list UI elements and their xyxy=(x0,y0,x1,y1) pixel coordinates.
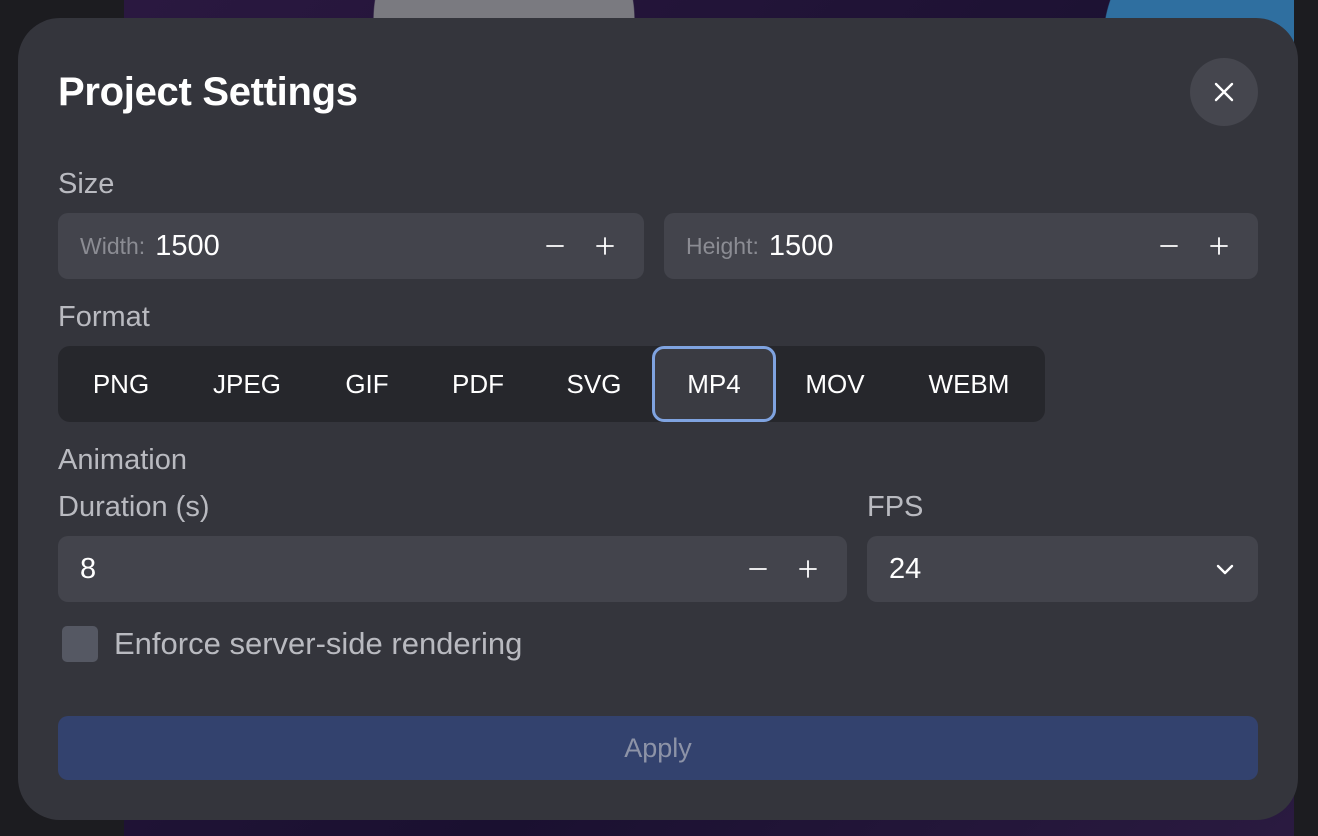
duration-value[interactable]: 8 xyxy=(80,553,96,586)
width-value[interactable]: 1500 xyxy=(155,230,220,263)
close-icon xyxy=(1214,82,1234,102)
fps-value: 24 xyxy=(889,552,922,585)
duration-increment-button[interactable] xyxy=(783,544,833,594)
height-increment-button[interactable] xyxy=(1194,221,1244,271)
height-value[interactable]: 1500 xyxy=(769,230,834,263)
plus-icon xyxy=(1210,237,1228,255)
width-prefix: Width: xyxy=(80,232,146,259)
height-field[interactable]: Height: 1500 xyxy=(664,213,1258,279)
duration-label: Duration (s) xyxy=(58,491,210,523)
server-render-label[interactable]: Enforce server-side rendering xyxy=(114,626,522,662)
width-stepper xyxy=(530,213,630,279)
minus-icon xyxy=(546,245,564,247)
format-segmented-control: PNG JPEG GIF PDF SVG MP4 MOV WEBM xyxy=(58,346,1045,422)
format-option-mov[interactable]: MOV xyxy=(776,349,894,419)
format-option-webm[interactable]: WEBM xyxy=(894,349,1044,419)
animation-label: Animation xyxy=(58,444,187,476)
server-render-row: Enforce server-side rendering xyxy=(62,626,522,662)
duration-decrement-button[interactable] xyxy=(733,544,783,594)
format-option-mp4[interactable]: MP4 xyxy=(652,346,776,422)
dialog-title: Project Settings xyxy=(58,70,358,114)
close-button[interactable] xyxy=(1190,58,1258,126)
minus-icon xyxy=(749,568,767,570)
height-stepper xyxy=(1144,213,1244,279)
plus-icon xyxy=(596,237,614,255)
project-settings-dialog: Project Settings Size Width: 1500 Height… xyxy=(18,18,1298,820)
width-decrement-button[interactable] xyxy=(530,221,580,271)
server-render-checkbox[interactable] xyxy=(62,626,98,662)
height-decrement-button[interactable] xyxy=(1144,221,1194,271)
plus-icon xyxy=(799,560,817,578)
chevron-down-icon xyxy=(1216,564,1234,575)
width-field[interactable]: Width: 1500 xyxy=(58,213,644,279)
format-label: Format xyxy=(58,301,150,333)
format-option-png[interactable]: PNG xyxy=(62,349,180,419)
fps-select[interactable]: 24 xyxy=(867,536,1258,602)
width-increment-button[interactable] xyxy=(580,221,630,271)
format-option-jpeg[interactable]: JPEG xyxy=(180,349,314,419)
format-option-svg[interactable]: SVG xyxy=(536,349,652,419)
apply-button[interactable]: Apply xyxy=(58,716,1258,780)
size-label: Size xyxy=(58,168,115,200)
fps-label: FPS xyxy=(867,491,924,523)
duration-stepper xyxy=(733,536,833,602)
minus-icon xyxy=(1160,245,1178,247)
duration-field[interactable]: 8 xyxy=(58,536,847,602)
height-prefix: Height: xyxy=(686,232,759,259)
format-option-pdf[interactable]: PDF xyxy=(420,349,536,419)
format-option-gif[interactable]: GIF xyxy=(314,349,420,419)
